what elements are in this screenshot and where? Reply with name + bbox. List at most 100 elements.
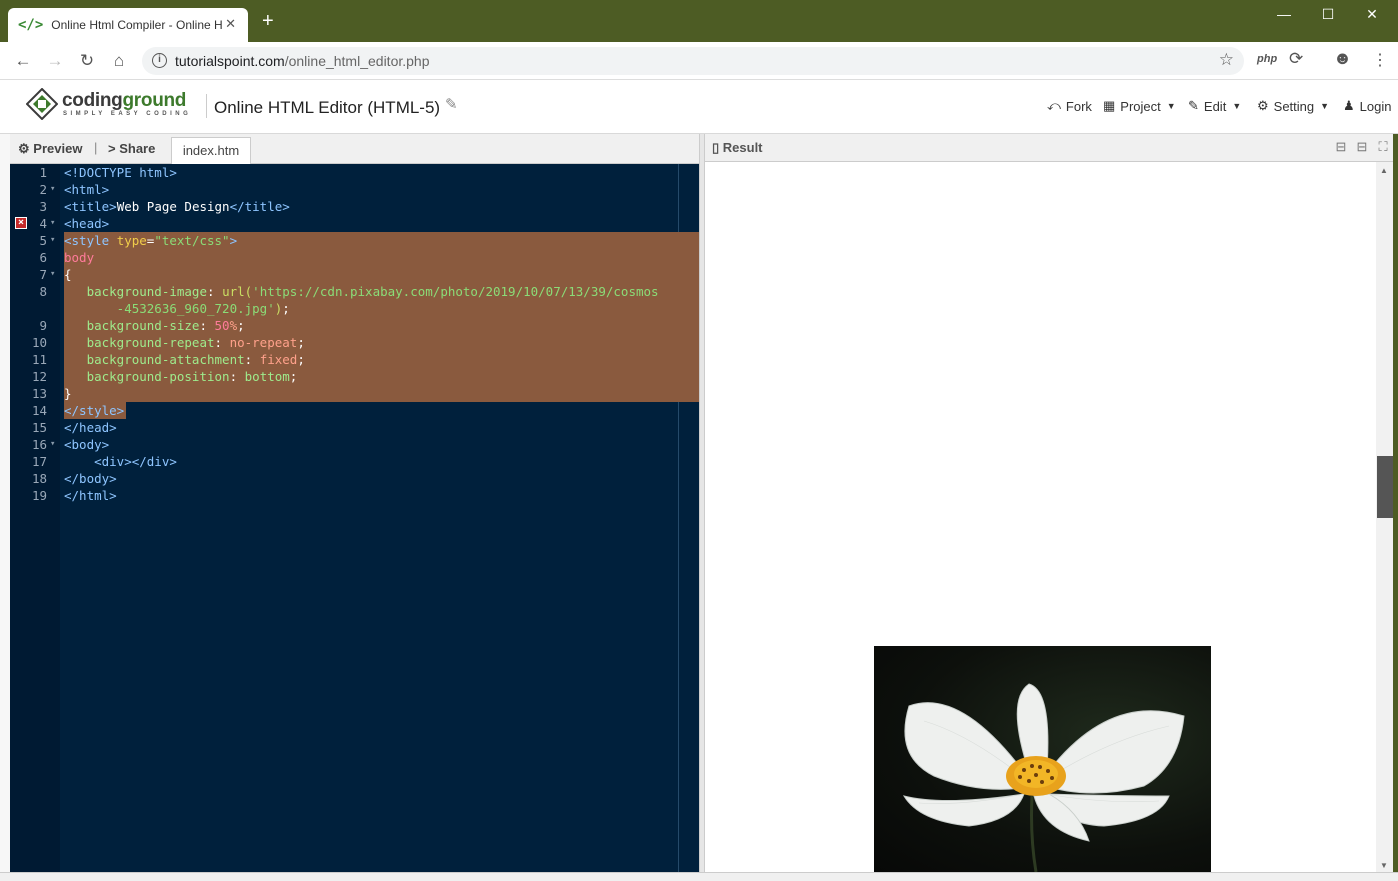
fork-label: Fork bbox=[1065, 98, 1092, 114]
line-number: 11 bbox=[31, 352, 47, 367]
code-favicon-icon: </> bbox=[18, 17, 44, 33]
line-number: 5 bbox=[39, 233, 47, 248]
home-icon[interactable]: ⌂ bbox=[108, 51, 130, 71]
sitemap-icon: ▦ bbox=[1103, 98, 1116, 113]
page-title: Online HTML Editor (HTML-5) bbox=[214, 98, 441, 117]
login-label: Login bbox=[1359, 98, 1392, 114]
cosmos-flower-image bbox=[874, 646, 1211, 872]
file-tab-index[interactable]: index.htm bbox=[171, 137, 251, 164]
code-editor[interactable]: 1 <!DOCTYPE html> 2 ▾ <html> 3 <title>Web Pa… bbox=[10, 164, 699, 872]
caret-down-icon: ▼ bbox=[1166, 101, 1176, 111]
bottom-bar bbox=[0, 872, 1398, 881]
line-number: 12 bbox=[31, 369, 47, 384]
line-number: 1 bbox=[39, 165, 47, 180]
bookmark-star-icon[interactable]: ☆ bbox=[1219, 50, 1234, 70]
result-preview[interactable]: ▲ ▼ bbox=[705, 162, 1393, 872]
profile-avatar-icon[interactable]: ☻ bbox=[1333, 48, 1352, 69]
logo-word-ground: ground bbox=[122, 90, 187, 111]
line-number: 2 bbox=[39, 182, 47, 197]
line-number: 6 bbox=[39, 250, 47, 265]
close-window-button[interactable]: ✕ bbox=[1350, 6, 1394, 23]
login-menu[interactable]: ♟ Login bbox=[1343, 98, 1391, 114]
maximize-button[interactable]: ☐ bbox=[1306, 6, 1350, 23]
fold-arrow-icon[interactable]: ▾ bbox=[50, 215, 55, 232]
line-number: 19 bbox=[31, 488, 47, 503]
edit-icon: ✎ bbox=[1188, 98, 1199, 113]
new-tab-button[interactable]: + bbox=[262, 11, 274, 31]
edit-label: Edit bbox=[1203, 98, 1227, 114]
line-number: 16 bbox=[31, 437, 47, 452]
result-scrollbar[interactable]: ▲ ▼ bbox=[1376, 162, 1393, 872]
back-arrow-icon[interactable]: ← bbox=[12, 51, 34, 71]
forward-arrow-icon[interactable]: → bbox=[44, 51, 66, 71]
site-header: codingground SIMPLY EASY CODING Online H… bbox=[0, 80, 1398, 134]
codingground-logo-icon[interactable] bbox=[26, 88, 58, 120]
project-menu[interactable]: ▦ Project ▼ bbox=[1103, 98, 1176, 114]
browser-menu-icon[interactable]: ⋮ bbox=[1372, 50, 1388, 70]
line-number: 7 bbox=[39, 267, 47, 282]
editor-toolbar: ⚙ Preview | > Share index.htm bbox=[10, 134, 699, 164]
fork-menu[interactable]: ⤺ Fork bbox=[1047, 98, 1092, 114]
url-host: tutorialspoint.com bbox=[175, 53, 285, 69]
left-edge-strip bbox=[0, 134, 10, 872]
line-number: 15 bbox=[31, 420, 47, 435]
line-number: 4 bbox=[39, 216, 47, 231]
share-label: Share bbox=[119, 141, 156, 156]
edit-menu[interactable]: ✎ Edit ▼ bbox=[1188, 98, 1241, 114]
php-extension-icon[interactable]: php bbox=[1257, 53, 1277, 65]
preview-label: Preview bbox=[33, 141, 83, 156]
caret-down-icon: ▼ bbox=[1320, 101, 1330, 111]
line-number: 17 bbox=[31, 454, 47, 469]
restore-icon[interactable]: ⊟ bbox=[1354, 139, 1370, 155]
header-divider bbox=[206, 94, 207, 118]
site-info-icon[interactable]: i bbox=[152, 53, 167, 68]
url-path: /online_html_editor.php bbox=[284, 53, 430, 69]
fold-arrow-icon[interactable]: ▾ bbox=[50, 181, 55, 198]
line-number: 13 bbox=[31, 386, 47, 401]
scroll-up-arrow-icon[interactable]: ▲ bbox=[1380, 166, 1388, 175]
scroll-down-arrow-icon[interactable]: ▼ bbox=[1380, 861, 1388, 870]
result-label: Result bbox=[722, 140, 763, 155]
line-number: 8 bbox=[39, 284, 47, 299]
line-number: 10 bbox=[31, 335, 47, 350]
address-bar-row: ← → ↻ ⌂ i tutorialspoint.com/online_html… bbox=[0, 42, 1398, 80]
browser-tab[interactable]: </> Online Html Compiler - Online H ✕ bbox=[8, 8, 248, 42]
toolbar-separator: | bbox=[94, 140, 98, 155]
share-button[interactable]: > Share bbox=[108, 141, 155, 156]
fold-arrow-icon[interactable]: ▾ bbox=[50, 232, 55, 249]
tab-close-icon[interactable]: ✕ bbox=[225, 16, 236, 32]
line-number: 9 bbox=[39, 318, 47, 333]
minimize-button[interactable]: — bbox=[1262, 6, 1306, 22]
result-header: ▯ Result ⊟ ⊟ ⛶ bbox=[705, 134, 1393, 162]
compress-icon[interactable]: ⊟ bbox=[1333, 139, 1349, 155]
line-number: 14 bbox=[31, 403, 47, 418]
preview-button[interactable]: ⚙ Preview bbox=[18, 141, 82, 157]
logo-word-coding: coding bbox=[62, 90, 123, 111]
url-text[interactable]: tutorialspoint.com/online_html_editor.ph… bbox=[175, 53, 430, 69]
fork-icon: ⤺ bbox=[1047, 98, 1061, 113]
scrollbar-thumb[interactable] bbox=[1377, 456, 1393, 518]
fullscreen-icon[interactable]: ⛶ bbox=[1375, 139, 1391, 155]
gear-icon: ⚙ bbox=[1257, 98, 1269, 113]
extension-refresh-icon[interactable]: ⟳ bbox=[1289, 49, 1303, 69]
logo-tagline: SIMPLY EASY CODING bbox=[63, 111, 192, 117]
browser-titlebar: </> Online Html Compiler - Online H ✕ + … bbox=[0, 0, 1398, 42]
logo-wordmark[interactable]: codingground bbox=[62, 90, 186, 112]
user-icon: ♟ bbox=[1343, 98, 1355, 113]
setting-label: Setting bbox=[1273, 98, 1315, 114]
line-number: 18 bbox=[31, 471, 47, 486]
result-title: ▯ Result bbox=[712, 140, 763, 156]
cogs-icon: ⚙ bbox=[18, 141, 30, 156]
line-number: 3 bbox=[39, 199, 47, 214]
reload-icon[interactable]: ↻ bbox=[76, 51, 98, 71]
bar-chart-icon: ▯ bbox=[712, 140, 720, 155]
setting-menu[interactable]: ⚙ Setting ▼ bbox=[1257, 98, 1329, 114]
fold-arrow-icon[interactable]: ▾ bbox=[50, 436, 55, 453]
edit-title-icon[interactable]: ✎ bbox=[445, 95, 458, 113]
fold-arrow-icon[interactable]: ▾ bbox=[50, 266, 55, 283]
caret-down-icon: ▼ bbox=[1232, 101, 1242, 111]
omnibox[interactable]: i tutorialspoint.com/online_html_editor.… bbox=[142, 47, 1244, 75]
project-label: Project bbox=[1120, 98, 1161, 114]
terminal-chevron-icon: > bbox=[108, 141, 116, 156]
tab-title: Online Html Compiler - Online H bbox=[51, 18, 223, 32]
